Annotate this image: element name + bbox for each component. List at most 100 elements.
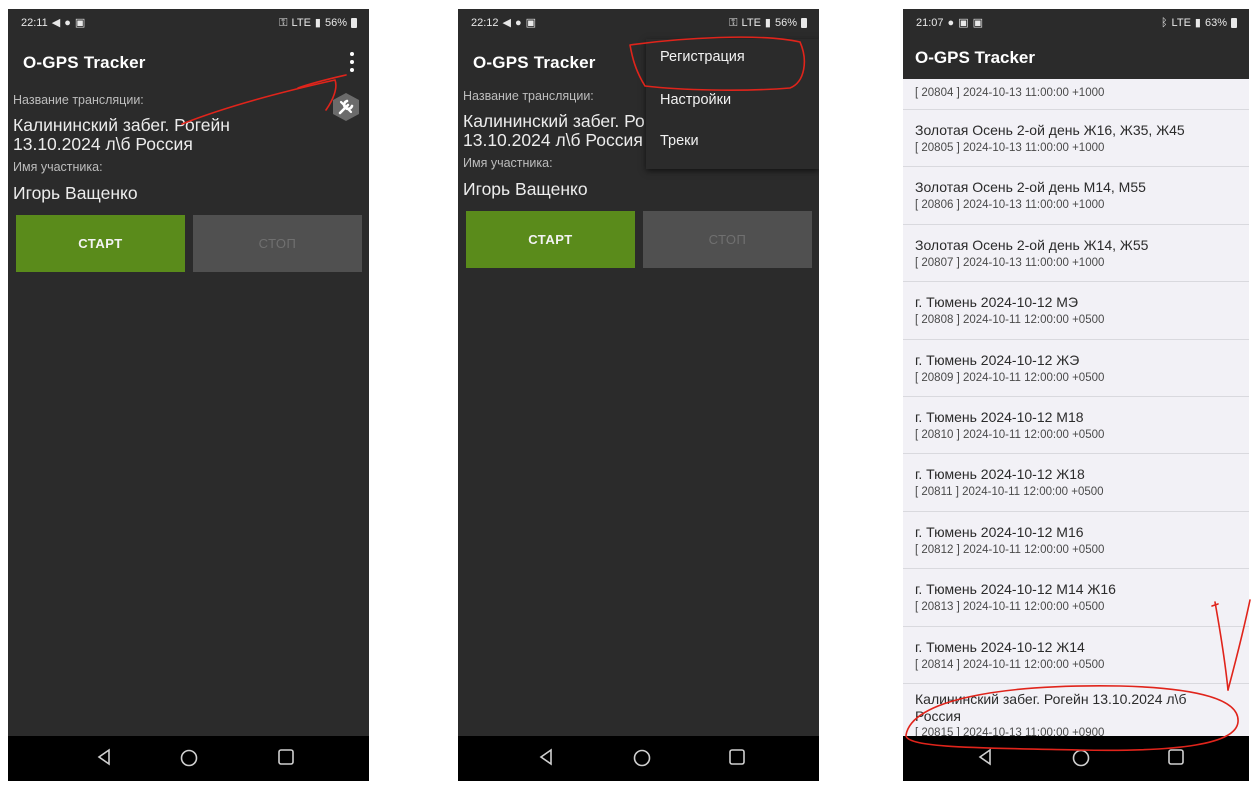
location-icon: ● (947, 16, 955, 29)
status-bar: 22:12 ◀ ● ▣ ⚿ LTE ▮ 56% (458, 9, 819, 36)
start-button[interactable]: СТАРТ (16, 215, 185, 272)
nav-bar (8, 736, 369, 781)
list-item-meta: [ 20809 ] 2024-10-11 12:00:00 +0500 (915, 371, 1105, 384)
wrench-icon[interactable] (331, 92, 361, 122)
overflow-menu: Регистрация Настройки Треки (646, 39, 819, 169)
key-icon: ⚿ (729, 16, 738, 29)
broadcast-name-line2: 13.10.2024 л\б Россия (13, 134, 193, 154)
app-title: O-GPS Tracker (473, 53, 596, 72)
list-item-meta: [ 20811 ] 2024-10-11 12:00:00 +0500 (915, 486, 1104, 499)
list-item-name: г. Тюмень 2024-10-12 ЖЭ (915, 351, 1080, 368)
list-item[interactable]: г. Тюмень 2024-10-12 Ж14 [ 20814 ] 2024-1… (903, 626, 1249, 684)
list-item-meta: [ 20804 ] 2024-10-13 11:00:00 +1000 (915, 87, 1105, 99)
status-time: 22:11 (21, 17, 48, 29)
signal-icon: ▮ (764, 16, 771, 29)
broadcast-name-line2: 13.10.2024 л\б Россия (463, 130, 643, 150)
menu-item-registration[interactable]: Регистрация (660, 49, 745, 65)
list-item-meta: [ 20808 ] 2024-10-11 12:00:00 +0500 (915, 314, 1105, 327)
menu-item-tracks[interactable]: Треки (660, 133, 699, 149)
list-item-name: Золотая Осень 2-ой день М14, М55 (915, 179, 1146, 196)
list-item-name: Калининский забег. Рогейн 13.10.2024 л\б (915, 691, 1187, 707)
broadcast-name-line1: Калининский забег. Ро (463, 111, 645, 131)
back-icon[interactable] (96, 748, 112, 771)
telegram-icon: ◀ (51, 16, 61, 29)
participant-name: Игорь Ващенко (13, 183, 138, 203)
location-icon: ● (64, 16, 71, 29)
network-type: LTE (741, 17, 761, 29)
list-item[interactable]: Золотая Осень 2-ой день Ж16, Ж35, Ж45 [ 2… (903, 109, 1249, 168)
list-item-name: Золотая Осень 2-ой день Ж16, Ж35, Ж45 (915, 122, 1185, 138)
list-item[interactable]: г. Тюмень 2024-10-12 М14 Ж16 [ 20813 ] 20… (903, 568, 1249, 627)
key-icon: ⚿ (279, 16, 288, 29)
app-bar: O-GPS Tracker (903, 36, 1249, 79)
battery-level: 56% (324, 17, 347, 29)
telegram-icon: ◀ (502, 16, 511, 29)
participant-label: Имя участника: (463, 156, 553, 170)
broadcast-name-line1: Калининский забег. Рогейн (13, 115, 230, 135)
network-type: LTE (291, 17, 311, 29)
status-time: 21:07 (916, 17, 944, 29)
list-item[interactable]: г. Тюмень 2024-10-12 М18 [ 20810 ] 2024-1… (903, 396, 1249, 455)
list-item-meta: [ 20815 ] 2024-10-13 11:00:00 +0900 (915, 727, 1105, 736)
recents-icon[interactable] (728, 748, 746, 771)
list-item-name: г. Тюмень 2024-10-12 МЭ (915, 294, 1079, 311)
menu-item-settings[interactable]: Настройки (660, 92, 731, 108)
bluetooth-icon: ᛒ (1160, 16, 1168, 29)
list-item[interactable]: г. Тюмень 2024-10-12 Ж18 [ 20811 ] 2024-1… (903, 453, 1249, 512)
nav-bar (458, 736, 819, 781)
list-item-meta: [ 20806 ] 2024-10-13 11:00:00 +1000 (915, 199, 1105, 212)
list-item-name: г. Тюмень 2024-10-12 Ж18 (915, 466, 1085, 483)
list-item-name: г. Тюмень 2024-10-12 Ж14 (915, 638, 1085, 655)
recents-icon[interactable] (1167, 748, 1185, 771)
list-item-meta: [ 20813 ] 2024-10-11 12:00:00 +0500 (915, 601, 1105, 614)
location-icon: ● (515, 16, 522, 29)
youtube-icon: ▣ (972, 16, 983, 29)
broadcast-label: Название трансляции: (13, 93, 144, 107)
back-icon[interactable] (977, 748, 993, 771)
stop-button[interactable]: СТОП (643, 211, 812, 268)
battery-level: 56% (774, 17, 797, 29)
list-item-meta: [ 20814 ] 2024-10-11 12:00:00 +0500 (915, 658, 1105, 671)
youtube-icon: ▣ (958, 16, 969, 29)
status-bar: 21:07 ● ▣ ▣ ᛒ LTE ▮ 63% (903, 9, 1249, 36)
list-item-name: г. Тюмень 2024-10-12 М18 (915, 409, 1084, 425)
more-vert-icon[interactable] (348, 52, 356, 72)
phone-screen-list: 21:07 ● ▣ ▣ ᛒ LTE ▮ 63% O-GPS Tracker [ … (903, 9, 1249, 781)
participant-label: Имя участника: (13, 160, 103, 174)
battery-level: 63% (1204, 17, 1227, 29)
broadcast-list[interactable]: [ 20804 ] 2024-10-13 11:00:00 +1000 Золо… (903, 79, 1249, 736)
start-button[interactable]: СТАРТ (466, 211, 635, 268)
list-item-meta: [ 20810 ] 2024-10-11 12:00:00 +0500 (915, 429, 1105, 441)
list-item[interactable]: Золотая Осень 2-ой день М14, М55 [ 20806 … (903, 166, 1249, 225)
list-item[interactable]: г. Тюмень 2024-10-12 ЖЭ [ 20809 ] 2024-10… (903, 339, 1249, 397)
list-item[interactable]: Золотая Осень 2-ой день Ж14, Ж55 [ 20807 … (903, 224, 1249, 283)
phone-screen-main: 22:11 ◀ ● ▣ ⚿ LTE ▮ 56% O-GPS Tracker На… (8, 9, 369, 781)
youtube-icon: ▣ (525, 16, 537, 29)
participant-name: Игорь Ващенко (463, 179, 588, 199)
status-time: 22:12 (471, 17, 499, 29)
home-icon[interactable] (1071, 748, 1091, 773)
list-item[interactable]: г. Тюмень 2024-10-12 М16 [ 20812 ] 2024-1… (903, 511, 1249, 570)
recents-icon[interactable] (277, 748, 295, 771)
battery-icon (351, 18, 357, 28)
phone-screen-menu: 22:12 ◀ ● ▣ ⚿ LTE ▮ 56% O-GPS Tracker На… (458, 9, 819, 781)
app-title: O-GPS Tracker (915, 48, 1036, 67)
list-item[interactable]: [ 20804 ] 2024-10-13 11:00:00 +1000 (903, 79, 1249, 110)
youtube-icon: ▣ (74, 16, 86, 29)
signal-icon: ▮ (1194, 16, 1201, 29)
battery-icon (1231, 18, 1237, 28)
home-icon[interactable] (632, 748, 652, 773)
list-item-meta: [ 20812 ] 2024-10-11 12:00:00 +0500 (915, 543, 1105, 556)
app-bar: O-GPS Tracker (8, 36, 369, 86)
list-item-name: г. Тюмень 2024-10-12 М14 Ж16 (915, 581, 1116, 598)
status-bar: 22:11 ◀ ● ▣ ⚿ LTE ▮ 56% (8, 9, 369, 36)
list-item-meta: [ 20805 ] 2024-10-13 11:00:00 +1000 (915, 142, 1105, 154)
list-item-selected[interactable]: Калининский забег. Рогейн 13.10.2024 л\б… (903, 683, 1249, 736)
home-icon[interactable] (179, 748, 199, 773)
back-icon[interactable] (538, 748, 554, 771)
list-item-name: Золотая Осень 2-ой день Ж14, Ж55 (915, 236, 1149, 253)
nav-bar (903, 736, 1249, 781)
stop-button[interactable]: СТОП (193, 215, 362, 272)
list-item[interactable]: г. Тюмень 2024-10-12 МЭ [ 20808 ] 2024-10… (903, 281, 1249, 340)
battery-icon (801, 18, 807, 28)
